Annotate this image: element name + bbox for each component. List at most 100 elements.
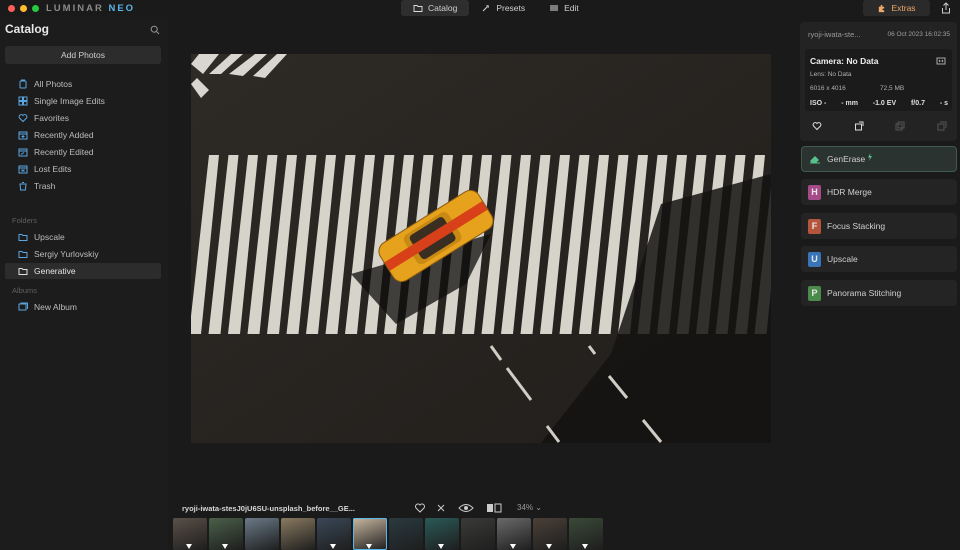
sidebar-item-generative-folder[interactable]: Generative xyxy=(5,263,161,279)
filmstrip-thumbnail[interactable] xyxy=(497,518,531,550)
heart-icon[interactable] xyxy=(812,121,822,131)
sidebar-item-label: Lost Edits xyxy=(34,164,72,174)
filmstrip-thumbnail[interactable] xyxy=(425,518,459,550)
sidebar-item-single-image-edits[interactable]: Single Image Edits xyxy=(5,93,161,109)
share-icon[interactable] xyxy=(940,2,952,14)
filmstrip-thumbnail[interactable] xyxy=(317,518,351,550)
sidebar-item-trash[interactable]: Trash xyxy=(5,178,161,194)
sidebar-item-recently-added[interactable]: Recently Added xyxy=(5,127,161,143)
close-window-button[interactable] xyxy=(8,5,15,12)
heart-icon[interactable] xyxy=(414,502,426,514)
aperture-value: f/0.7 xyxy=(910,100,925,107)
sidebar-item-recently-edited[interactable]: Recently Edited xyxy=(5,144,161,160)
favorite-marker-icon xyxy=(366,544,372,549)
sidebar-item-upscale-folder[interactable]: Upscale xyxy=(5,229,161,245)
generase-tool-button[interactable]: GenErase xyxy=(801,146,957,172)
filmstrip-thumbnail[interactable] xyxy=(353,518,387,550)
album-icon xyxy=(18,302,28,311)
catalog-sidebar: Catalog Add Photos All Photos Single Ima… xyxy=(0,17,168,550)
tab-presets-label: Presets xyxy=(496,3,526,13)
tab-catalog[interactable]: Catalog xyxy=(401,0,470,16)
sliders-icon xyxy=(550,5,559,11)
minimize-window-button[interactable] xyxy=(20,5,27,12)
add-photos-button[interactable]: Add Photos xyxy=(5,46,161,64)
zoom-window-button[interactable] xyxy=(32,5,39,12)
reject-icon[interactable] xyxy=(435,502,447,514)
main-photo[interactable] xyxy=(191,54,771,443)
iso-value: ISO - xyxy=(810,100,827,107)
tab-edit[interactable]: Edit xyxy=(537,0,591,16)
favorite-marker-icon xyxy=(186,544,192,549)
sidebar-item-lost-edits[interactable]: Lost Edits xyxy=(5,161,161,177)
sidebar-title: Catalog xyxy=(5,22,50,36)
folder-icon xyxy=(18,234,28,241)
sidebar-item-label: Trash xyxy=(34,181,56,191)
app-logo: LUMINAR NEO xyxy=(46,3,136,14)
favorite-marker-icon xyxy=(510,544,516,549)
ev-value: -1.0 EV xyxy=(872,100,897,107)
sidebar-item-new-album[interactable]: New Album xyxy=(5,299,161,315)
info-actions xyxy=(812,121,947,131)
trash-icon xyxy=(19,182,27,191)
hdr-merge-icon: H xyxy=(808,184,821,200)
filmstrip-thumbnail[interactable] xyxy=(245,518,279,550)
compare-view-icon[interactable] xyxy=(486,502,502,514)
filmstrip-thumbnail[interactable] xyxy=(281,518,315,550)
search-icon[interactable] xyxy=(150,25,160,35)
heart-icon xyxy=(18,114,28,123)
extras-button[interactable]: Extras xyxy=(863,0,930,16)
favorite-marker-icon xyxy=(222,544,228,549)
grid-icon xyxy=(18,96,28,106)
tab-edit-label: Edit xyxy=(564,3,579,13)
filmstrip-thumbnail[interactable] xyxy=(389,518,423,550)
calendar-edit-icon xyxy=(18,148,28,157)
folders-heading: Folders xyxy=(12,216,38,225)
filmstrip-thumbnail[interactable] xyxy=(569,518,603,550)
puzzle-icon xyxy=(879,4,885,12)
favorite-marker-icon xyxy=(546,544,552,549)
folder-icon xyxy=(413,5,423,12)
zoom-dropdown[interactable]: 34% ⌄ xyxy=(517,503,542,512)
expand-icon[interactable] xyxy=(936,56,946,66)
upscale-tool-button[interactable]: U Upscale xyxy=(801,246,957,272)
resolution-text: 6016 x 4016 xyxy=(810,85,846,92)
sidebar-item-favorites[interactable]: Favorites xyxy=(5,110,161,126)
focus-stacking-tool-button[interactable]: F Focus Stacking xyxy=(801,213,957,239)
panorama-stitching-tool-button[interactable]: P Panorama Stitching xyxy=(801,280,957,306)
export-icon[interactable] xyxy=(854,121,864,131)
filmstrip-thumbnail[interactable] xyxy=(533,518,567,550)
top-bar: LUMINAR NEO Catalog Presets Edit Extras xyxy=(0,0,960,17)
focus-stacking-label: Focus Stacking xyxy=(827,221,886,231)
tab-catalog-label: Catalog xyxy=(428,3,458,13)
calendar-plus-icon xyxy=(18,131,28,140)
info-date: 06 Oct 2023 16:02:35 xyxy=(887,31,950,38)
compare-icon[interactable] xyxy=(937,121,947,131)
sidebar-item-label: Single Image Edits xyxy=(34,96,105,106)
favorite-marker-icon xyxy=(582,544,588,549)
filmstrip-thumbnail[interactable] xyxy=(173,518,207,550)
extras-label: Extras xyxy=(891,3,916,13)
shutter-value: - s xyxy=(939,100,948,107)
sidebar-item-label: Recently Edited xyxy=(34,147,94,157)
eraser-icon xyxy=(810,156,820,164)
sidebar-item-label: New Album xyxy=(34,302,77,312)
sidebar-item-label: Recently Added xyxy=(34,130,94,140)
info-file-name: ryoji-iwata-ste... xyxy=(808,30,861,39)
filmstrip-thumbnail[interactable] xyxy=(209,518,243,550)
exif-panel: Camera: No Data Lens: No Data 6016 x 401… xyxy=(805,49,952,111)
zoom-value: 34% xyxy=(517,503,534,512)
eye-icon[interactable] xyxy=(458,502,474,514)
window-controls xyxy=(8,5,39,12)
filmstrip-thumbnail[interactable] xyxy=(461,518,495,550)
sidebar-item-all-photos[interactable]: All Photos xyxy=(5,76,161,92)
upscale-icon: U xyxy=(808,251,821,267)
hdr-merge-tool-button[interactable]: H HDR Merge xyxy=(801,179,957,205)
sparkle-icon xyxy=(482,5,490,12)
sidebar-item-sergiy-folder[interactable]: Sergiy Yurlovskiy xyxy=(5,246,161,262)
sidebar-item-label: All Photos xyxy=(34,79,73,89)
lens-text: Lens: No Data xyxy=(810,71,852,78)
image-info-card: ryoji-iwata-ste... 06 Oct 2023 16:02:35 … xyxy=(800,22,957,141)
upscale-label: Upscale xyxy=(827,254,858,264)
duplicate-icon[interactable] xyxy=(895,121,905,131)
tab-presets[interactable]: Presets xyxy=(469,0,537,16)
